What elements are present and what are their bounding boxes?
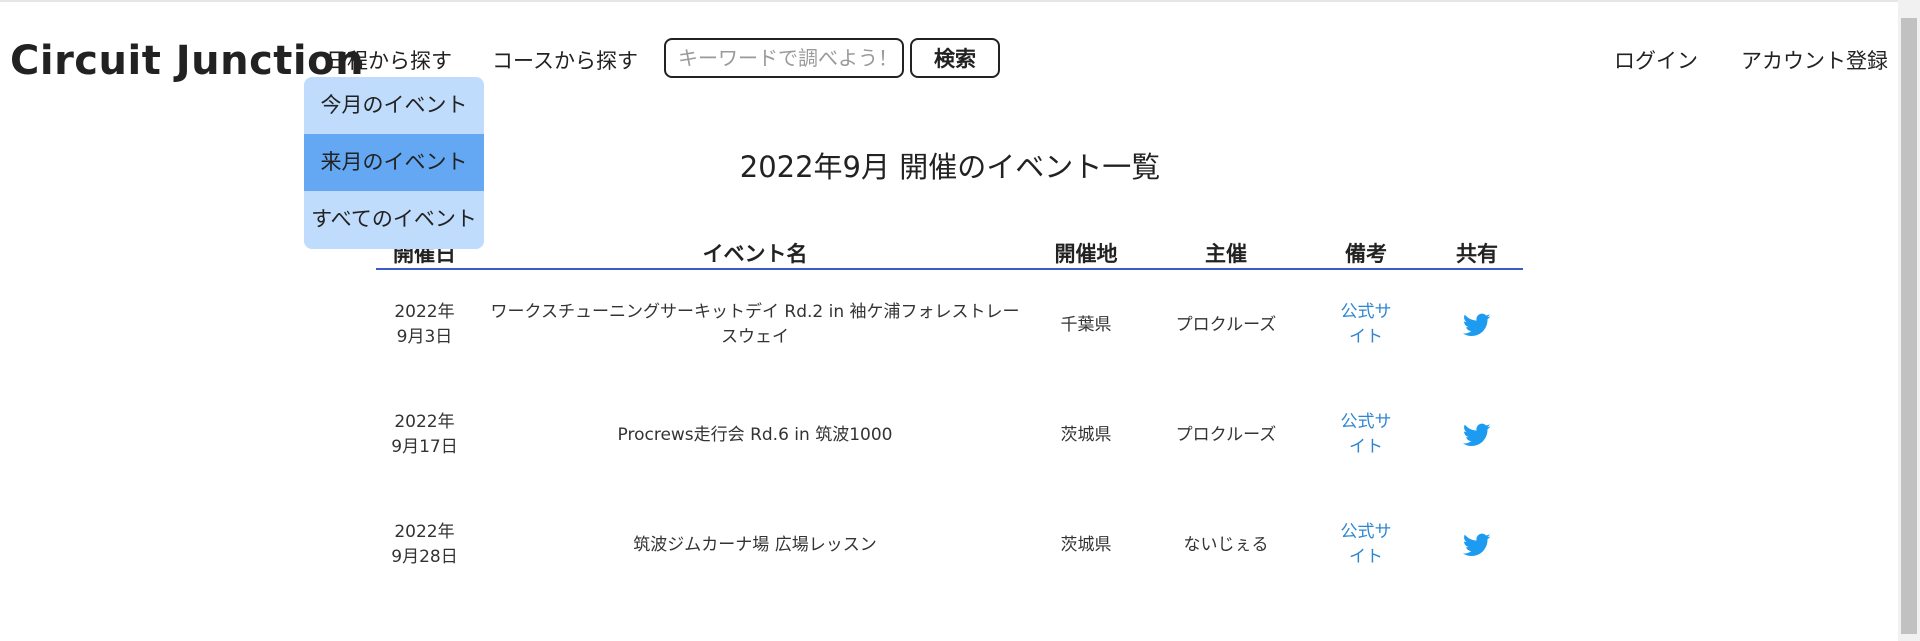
event-organizer: プロクルーズ [1146,270,1306,380]
event-date-text: 2022年 9月3日 [394,302,455,347]
event-place: 茨城県 [1046,380,1126,490]
event-place-text: 茨城県 [1060,534,1112,555]
schedule-dropdown-menu: 今月のイベント 来月のイベント すべてのイベント [304,77,484,249]
search-input[interactable] [664,38,904,78]
event-note: 公式サイト [1336,380,1396,490]
nav-search-by-course[interactable]: コースから探す [492,45,638,75]
scrollbar-thumb[interactable] [1901,18,1917,634]
search-button[interactable]: 検索 [910,38,1000,78]
page-title: 2022年9月 開催のイベント一覧 [739,150,1161,184]
event-place-text: 茨城県 [1060,424,1112,445]
event-place: 千葉県 [1046,270,1126,380]
table-row: 2022年 9月17日 Procrews走行会 Rd.6 in 筑波1000 茨… [376,380,1523,490]
official-site-link[interactable]: 公式サイト [1336,300,1396,350]
page-scrollbar[interactable] [1898,0,1920,641]
event-organizer: ないじぇる [1146,490,1306,600]
header-place: 開催地 [1054,242,1118,266]
event-organizer: プロクルーズ [1146,380,1306,490]
event-name-text: Procrews走行会 Rd.6 in 筑波1000 [617,424,893,445]
table-row: 2022年 9月3日 ワークスチューニングサーキットデイ Rd.2 in 袖ケ浦… [376,270,1523,380]
official-site-link[interactable]: 公式サイト [1336,520,1396,570]
dropdown-item-all-events[interactable]: すべてのイベント [304,191,484,248]
header-organizer: 主催 [1205,242,1247,266]
event-note: 公式サイト [1336,490,1396,600]
login-link[interactable]: ログイン [1614,45,1698,75]
event-name: 筑波ジムカーナ場 広場レッスン [485,490,1025,600]
site-header: Circuit Junction 日程から探す コースから探す 検索 ログイン … [0,2,1898,112]
event-organizer-text: プロクルーズ [1175,424,1277,445]
event-note: 公式サイト [1336,270,1396,380]
header-share: 共有 [1456,242,1498,266]
dropdown-item-next-month[interactable]: 来月のイベント [304,134,484,191]
event-share [1446,490,1508,600]
event-date-text: 2022年 9月28日 [391,522,458,567]
twitter-icon[interactable] [1463,311,1491,339]
event-date-text: 2022年 9月17日 [391,412,458,457]
event-share [1446,270,1508,380]
register-link[interactable]: アカウント登録 [1741,45,1888,75]
event-share [1446,380,1508,490]
event-organizer-text: プロクルーズ [1175,314,1277,335]
event-date: 2022年 9月17日 [376,380,473,490]
table-row: 2022年 9月28日 筑波ジムカーナ場 広場レッスン 茨城県 ないじぇる 公式… [376,490,1523,600]
table-header: 開催日 イベント名 開催地 主催 備考 共有 [376,234,1523,270]
event-name-text: 筑波ジムカーナ場 広場レッスン [633,534,877,555]
twitter-icon[interactable] [1463,531,1491,559]
header-event-name: イベント名 [702,242,808,266]
event-name-text: ワークスチューニングサーキットデイ Rd.2 in 袖ケ浦フォレストレースウェイ [490,302,1020,347]
header-note: 備考 [1345,242,1387,266]
event-date: 2022年 9月3日 [376,270,473,380]
official-site-link[interactable]: 公式サイト [1336,410,1396,460]
nav-search-by-schedule[interactable]: 日程から探す [326,45,452,75]
event-date: 2022年 9月28日 [376,490,473,600]
event-organizer-text: ないじぇる [1183,534,1269,555]
event-name: ワークスチューニングサーキットデイ Rd.2 in 袖ケ浦フォレストレースウェイ [485,270,1025,380]
event-name: Procrews走行会 Rd.6 in 筑波1000 [485,380,1025,490]
events-table: 開催日 イベント名 開催地 主催 備考 共有 2022年 9月3日 ワークスチュ… [376,234,1523,600]
event-place-text: 千葉県 [1060,314,1112,335]
twitter-icon[interactable] [1463,421,1491,449]
dropdown-item-this-month[interactable]: 今月のイベント [304,77,484,134]
event-place: 茨城県 [1046,490,1126,600]
